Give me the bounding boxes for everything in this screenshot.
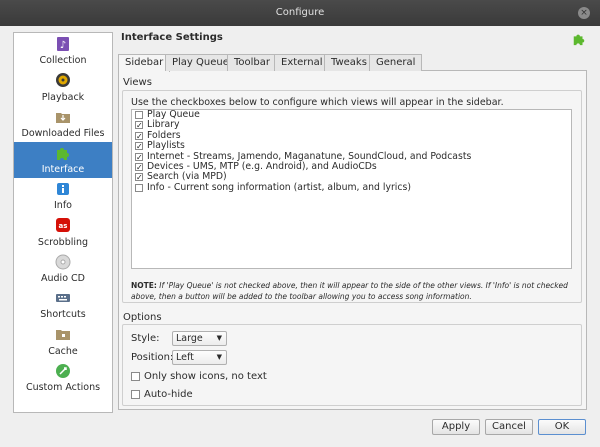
svg-text:as: as (59, 222, 68, 230)
sidebar-item-playback[interactable]: Playback (14, 69, 112, 105)
downloaded-files-icon (56, 112, 70, 123)
list-item[interactable]: ✓ Library (132, 120, 571, 130)
view-checkbox[interactable]: ✓ (135, 131, 143, 140)
view-label: Devices - UMS, MTP (e.g. Android), and A… (147, 160, 377, 172)
only-icons-label: Only show icons, no text (144, 371, 267, 382)
cd-icon (55, 254, 71, 270)
sidebar-item-downloaded-files[interactable]: Downloaded Files (14, 106, 112, 142)
views-list: Play Queue ✓ Library ✓ Folders ✓ Playlists … (131, 109, 572, 269)
view-label: Library (147, 119, 180, 131)
tab-external[interactable]: External (274, 54, 330, 71)
view-checkbox[interactable] (135, 183, 143, 192)
views-description: Use the checkboxes below to configure wh… (131, 97, 504, 108)
view-label: Internet - Streams, Jamendo, Maganatune,… (147, 150, 472, 162)
sidebar-item-audio-cd[interactable]: Audio CD (14, 251, 112, 287)
title-bar: Configure × (0, 0, 600, 26)
auto-hide-checkbox[interactable] (131, 390, 140, 399)
close-icon: × (580, 8, 588, 18)
sidebar-item-info[interactable]: Info (14, 178, 112, 214)
collection-icon: ♪ (57, 37, 69, 51)
view-label: Folders (147, 129, 181, 141)
chevron-down-icon: ▼ (216, 334, 222, 342)
tab-sidebar[interactable]: Sidebar (118, 54, 171, 72)
style-label: Style: (131, 333, 160, 344)
puzzle-icon (57, 147, 69, 160)
sidebar-item-custom-actions[interactable]: Custom Actions (14, 360, 112, 396)
sidebar-item-scrobbling[interactable]: as Scrobbling (14, 214, 112, 250)
tab-toolbar[interactable]: Toolbar (227, 54, 278, 71)
svg-text:♪: ♪ (60, 40, 66, 51)
keyboard-icon (56, 294, 70, 303)
view-checkbox[interactable] (135, 111, 143, 119)
tab-tweaks[interactable]: Tweaks (324, 54, 374, 71)
info-icon (57, 183, 69, 196)
configure-window: Configure × ♪ Collection Playback Downlo… (0, 0, 600, 447)
views-note: NOTE: If 'Play Queue' is not checked abo… (131, 280, 576, 302)
lastfm-icon: as (56, 218, 70, 233)
sidebar-item-label: Shortcuts (40, 309, 86, 321)
chevron-down-icon: ▼ (216, 353, 222, 361)
tab-play-queue[interactable]: Play Queue (165, 54, 236, 71)
options-group-title: Options (123, 312, 162, 323)
view-checkbox[interactable]: ✓ (135, 162, 143, 171)
custom-actions-icon (56, 363, 70, 378)
sidebar-item-label: Audio CD (41, 273, 85, 285)
view-checkbox[interactable]: ✓ (135, 173, 143, 182)
note-prefix: NOTE: (131, 281, 157, 290)
sidebar-item-collection[interactable]: ♪ Collection (14, 33, 112, 69)
view-checkbox[interactable]: ✓ (135, 121, 143, 130)
sidebar-item-label: Custom Actions (25, 381, 101, 393)
view-label: Info - Current song information (artist,… (147, 181, 411, 193)
view-label: Search (via MPD) (147, 171, 227, 183)
window-title: Configure (275, 7, 325, 18)
settings-sidebar: ♪ Collection Playback Downloaded Files I… (13, 32, 113, 413)
apply-button[interactable]: Apply (432, 419, 480, 435)
style-select[interactable]: Large ▼ (172, 331, 227, 346)
sidebar-item-label: Playback (41, 91, 85, 103)
puzzle-icon (573, 34, 585, 46)
ok-button[interactable]: OK (538, 419, 586, 435)
auto-hide-label: Auto-hide (144, 389, 193, 400)
sidebar-item-label: Downloaded Files (21, 127, 105, 139)
sidebar-item-label: Scrobbling (37, 236, 89, 248)
list-item[interactable]: ✓ Folders (132, 129, 571, 141)
sidebar-item-shortcuts[interactable]: Shortcuts (14, 287, 112, 323)
position-select[interactable]: Left ▼ (172, 350, 227, 365)
views-group-title: Views (123, 77, 152, 88)
position-label: Position: (131, 352, 174, 363)
note-text: If 'Play Queue' is not checked above, th… (131, 281, 568, 301)
sidebar-item-interface[interactable]: Interface (14, 141, 112, 179)
view-label: Playlists (147, 140, 185, 152)
view-label: Play Queue (147, 109, 200, 120)
position-value: Left (176, 352, 194, 363)
list-item[interactable]: Play Queue (132, 109, 571, 120)
cache-folder-icon (56, 330, 70, 341)
tab-general[interactable]: General (369, 54, 423, 71)
sidebar-item-cache[interactable]: Cache (14, 323, 112, 359)
close-button[interactable]: × (578, 7, 590, 19)
sidebar-item-label: Info (54, 200, 72, 212)
only-icons-checkbox[interactable] (131, 372, 140, 381)
sidebar-item-label: Collection (39, 55, 87, 67)
sidebar-item-label: Interface (41, 164, 85, 176)
view-checkbox[interactable]: ✓ (135, 142, 143, 151)
view-checkbox[interactable]: ✓ (135, 152, 143, 161)
page-title: Interface Settings (121, 32, 223, 43)
playback-icon (56, 73, 70, 88)
sidebar-item-label: Cache (48, 345, 78, 357)
cancel-button[interactable]: Cancel (485, 419, 533, 435)
list-item[interactable]: Info - Current song information (artist,… (132, 181, 571, 193)
style-value: Large (176, 333, 203, 344)
